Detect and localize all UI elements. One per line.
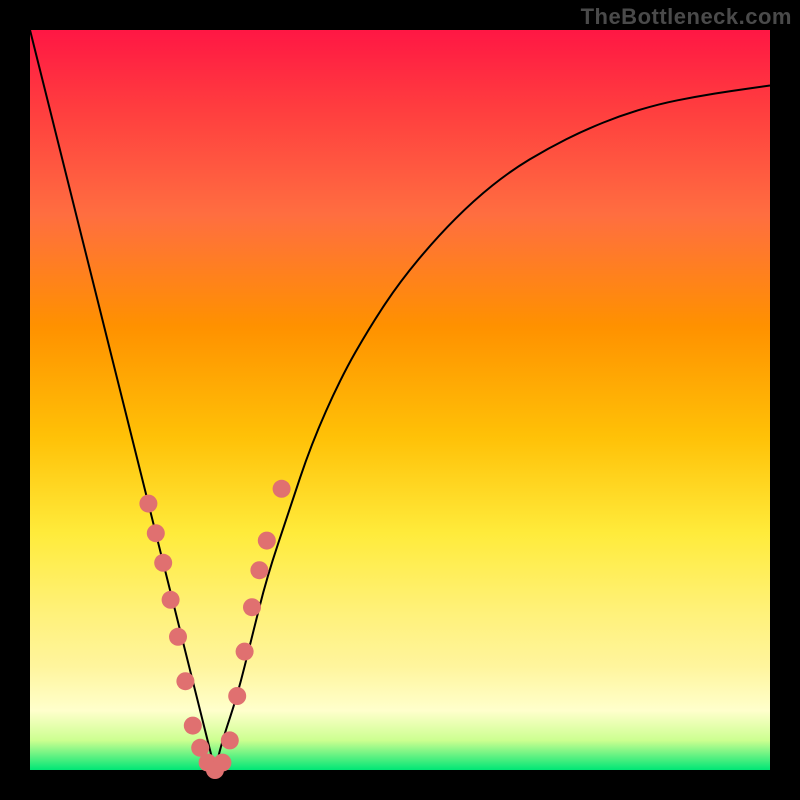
data-marker: [139, 495, 157, 513]
bottleneck-curve: [30, 30, 770, 763]
data-marker: [213, 754, 231, 772]
data-marker: [169, 628, 187, 646]
watermark-text: TheBottleneck.com: [581, 4, 792, 30]
data-marker: [184, 717, 202, 735]
data-marker: [273, 480, 291, 498]
data-marker: [236, 643, 254, 661]
chart-frame: TheBottleneck.com: [0, 0, 800, 800]
data-marker: [243, 598, 261, 616]
data-marker: [250, 561, 268, 579]
marker-group: [139, 480, 290, 779]
data-marker: [221, 731, 239, 749]
data-marker: [162, 591, 180, 609]
data-marker: [154, 554, 172, 572]
data-marker: [228, 687, 246, 705]
data-marker: [176, 672, 194, 690]
chart-overlay: [30, 30, 770, 770]
data-marker: [258, 532, 276, 550]
data-marker: [147, 524, 165, 542]
